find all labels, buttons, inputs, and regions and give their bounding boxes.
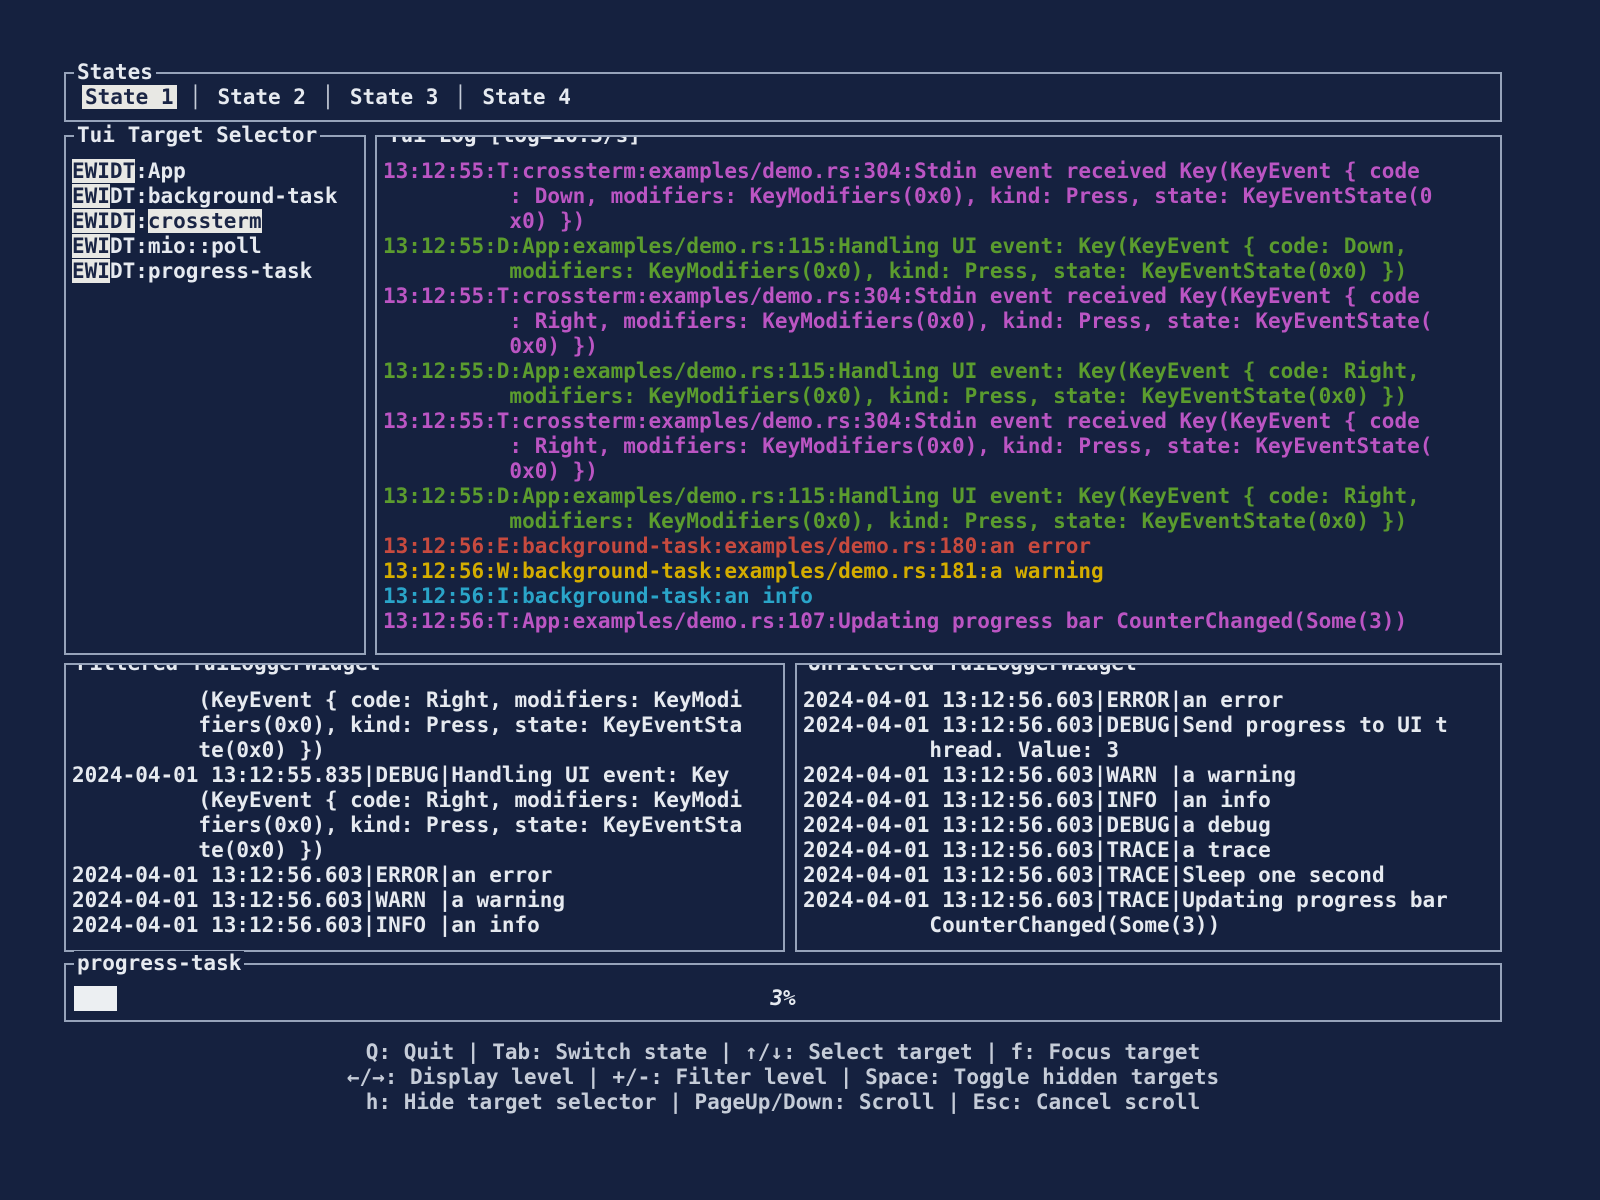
- tui-log-lines: 13:12:55:T:crossterm:examples/demo.rs:30…: [377, 137, 1500, 634]
- tab-separator: │: [309, 85, 347, 109]
- tab-state-3[interactable]: State 3: [347, 85, 442, 109]
- log-row: : Down, modifiers: KeyModifiers(0x0), ki…: [383, 184, 1494, 209]
- target-row-progress-task[interactable]: EWIDT:progress-task: [72, 259, 358, 284]
- log-row: modifiers: KeyModifiers(0x0), kind: Pres…: [383, 259, 1494, 284]
- unfiltered-logger-title: Unfiltered TuiLoggerWidget: [805, 663, 1140, 676]
- target-row-background-task[interactable]: EWIDT:background-task: [72, 184, 358, 209]
- log-row: 2024-04-01 13:12:56.603|INFO |an info: [803, 788, 1494, 813]
- target-label: DT:progress-task: [110, 259, 312, 283]
- log-row: te(0x0) }): [72, 738, 777, 763]
- log-row: 13:12:55:T:crossterm:examples/demo.rs:30…: [383, 284, 1494, 309]
- filtered-logger-title: Filtered TuiLoggerWidget: [74, 663, 383, 676]
- help-line: ←/→: Display level | +/-: Filter level |…: [64, 1065, 1502, 1090]
- log-row: 2024-04-01 13:12:56.603|INFO |an info: [72, 913, 777, 938]
- target-selector-panel: Tui Target Selector EWIDT:AppEWIDT:backg…: [64, 135, 366, 655]
- log-row: fiers(0x0), kind: Press, state: KeyEvent…: [72, 813, 777, 838]
- tui-log-panel[interactable]: Tui Log [log=16.3/s] 13:12:55:T:crosster…: [375, 135, 1502, 655]
- unfiltered-logger-panel[interactable]: Unfiltered TuiLoggerWidget 2024-04-01 13…: [795, 663, 1502, 952]
- log-row: te(0x0) }): [72, 838, 777, 863]
- log-row: (KeyEvent { code: Right, modifiers: KeyM…: [72, 688, 777, 713]
- log-row: 2024-04-01 13:12:56.603|WARN |a warning: [803, 763, 1494, 788]
- target-label: :App: [135, 159, 186, 183]
- unfiltered-logger-lines: 2024-04-01 13:12:56.603|ERROR|an error20…: [797, 665, 1500, 938]
- log-row: 13:12:56:E:background-task:examples/demo…: [383, 534, 1494, 559]
- filtered-logger-lines: (KeyEvent { code: Right, modifiers: KeyM…: [66, 665, 783, 938]
- log-row: 13:12:56:T:App:examples/demo.rs:107:Upda…: [383, 609, 1494, 634]
- help-text: Q: Quit | Tab: Switch state | ↑/↓: Selec…: [64, 1040, 1502, 1115]
- log-row: 2024-04-01 13:12:56.603|ERROR|an error: [72, 863, 777, 888]
- log-row: 2024-04-01 13:12:55.835|DEBUG|Handling U…: [72, 763, 777, 788]
- help-line: Q: Quit | Tab: Switch state | ↑/↓: Selec…: [64, 1040, 1502, 1065]
- log-row: 0x0) }): [383, 334, 1494, 359]
- log-row: 2024-04-01 13:12:56.603|TRACE|Updating p…: [803, 888, 1494, 913]
- target-row-mio::poll[interactable]: EWIDT:mio::poll: [72, 234, 358, 259]
- terminal-screen: States State 1 │ State 2 │ State 3 │ Sta…: [0, 0, 1600, 1200]
- states-panel: States State 1 │ State 2 │ State 3 │ Sta…: [64, 72, 1502, 122]
- log-row: 13:12:55:T:crossterm:examples/demo.rs:30…: [383, 409, 1494, 434]
- target-label: DT:background-task: [110, 184, 338, 208]
- tab-separator: │: [441, 85, 479, 109]
- log-row: 2024-04-01 13:12:56.603|DEBUG|a debug: [803, 813, 1494, 838]
- log-row: (KeyEvent { code: Right, modifiers: KeyM…: [72, 788, 777, 813]
- tab-separator: │: [177, 85, 215, 109]
- tab-state-1[interactable]: State 1: [82, 85, 177, 109]
- target-selector-title: Tui Target Selector: [74, 123, 320, 148]
- log-row: modifiers: KeyModifiers(0x0), kind: Pres…: [383, 384, 1494, 409]
- log-row: CounterChanged(Some(3)): [803, 913, 1494, 938]
- target-selector-list: EWIDT:AppEWIDT:background-taskEWIDT:cros…: [66, 137, 364, 284]
- tab-state-2[interactable]: State 2: [214, 85, 309, 109]
- filtered-logger-panel[interactable]: Filtered TuiLoggerWidget (KeyEvent { cod…: [64, 663, 785, 952]
- progress-task-panel: progress-task 3%: [64, 963, 1502, 1022]
- tui-log-title: Tui Log [log=16.3/s]: [385, 135, 644, 148]
- progress-percent-label: 3%: [770, 986, 795, 1011]
- log-row: modifiers: KeyModifiers(0x0), kind: Pres…: [383, 509, 1494, 534]
- progress-task-title: progress-task: [74, 951, 244, 976]
- level-flags: EWI: [72, 234, 110, 258]
- target-label: DT:mio::poll: [110, 234, 262, 258]
- log-row: 13:12:55:D:App:examples/demo.rs:115:Hand…: [383, 359, 1494, 384]
- log-row: 13:12:55:D:App:examples/demo.rs:115:Hand…: [383, 234, 1494, 259]
- level-flags: EWIDT: [72, 209, 135, 233]
- level-flags: EWI: [72, 184, 110, 208]
- log-row: 13:12:55:T:crossterm:examples/demo.rs:30…: [383, 159, 1494, 184]
- log-row: 13:12:55:D:App:examples/demo.rs:115:Hand…: [383, 484, 1494, 509]
- target-row-App[interactable]: EWIDT:App: [72, 159, 358, 184]
- log-row: 2024-04-01 13:12:56.603|TRACE|Sleep one …: [803, 863, 1494, 888]
- level-flags: EWIDT: [72, 159, 135, 183]
- target-row-crossterm[interactable]: EWIDT:crossterm: [72, 209, 358, 234]
- log-row: 2024-04-01 13:12:56.603|ERROR|an error: [803, 688, 1494, 713]
- log-row: hread. Value: 3: [803, 738, 1494, 763]
- log-row: 2024-04-01 13:12:56.603|TRACE|a trace: [803, 838, 1494, 863]
- help-line: h: Hide target selector | PageUp/Down: S…: [64, 1090, 1502, 1115]
- level-flags: crossterm: [148, 209, 262, 233]
- log-row: 13:12:56:I:background-task:an info: [383, 584, 1494, 609]
- log-row: fiers(0x0), kind: Press, state: KeyEvent…: [72, 713, 777, 738]
- tab-state-4[interactable]: State 4: [479, 85, 574, 109]
- log-row: : Right, modifiers: KeyModifiers(0x0), k…: [383, 434, 1494, 459]
- progress-gauge: 3%: [74, 986, 1492, 1011]
- log-row: 13:12:56:W:background-task:examples/demo…: [383, 559, 1494, 584]
- log-row: 2024-04-01 13:12:56.603|WARN |a warning: [72, 888, 777, 913]
- log-row: : Right, modifiers: KeyModifiers(0x0), k…: [383, 309, 1494, 334]
- states-panel-title: States: [74, 60, 156, 85]
- state-tabs: State 1 │ State 2 │ State 3 │ State 4: [66, 74, 1500, 110]
- log-row: 2024-04-01 13:12:56.603|DEBUG|Send progr…: [803, 713, 1494, 738]
- target-label: :: [135, 209, 148, 233]
- level-flags: EWI: [72, 259, 110, 283]
- progress-gauge-fill: [74, 986, 117, 1011]
- log-row: 0x0) }): [383, 459, 1494, 484]
- log-row: x0) }): [383, 209, 1494, 234]
